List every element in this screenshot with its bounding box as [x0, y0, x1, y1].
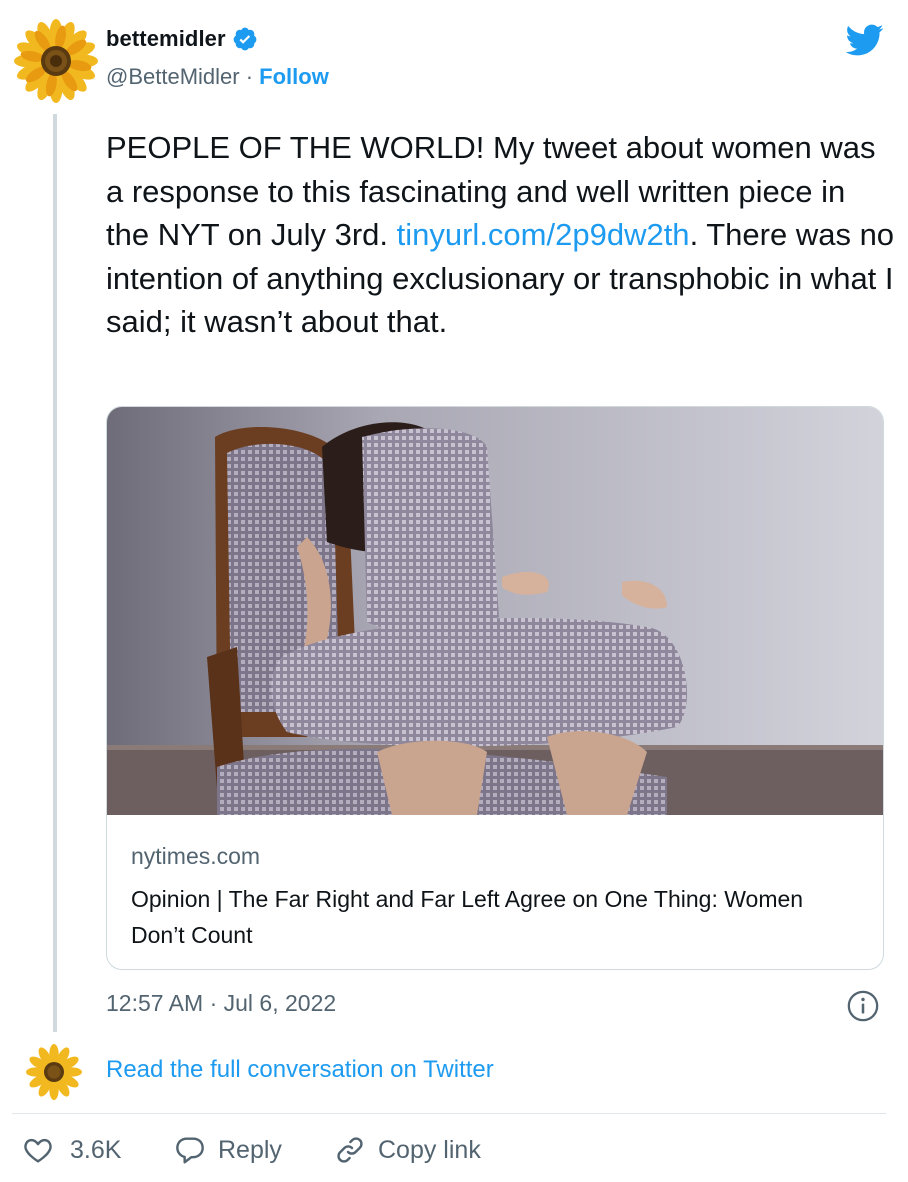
- speech-bubble-icon: [176, 1137, 204, 1164]
- card-image[interactable]: [107, 407, 884, 815]
- link-card[interactable]: nytimes.com Opinion | The Far Right and …: [106, 406, 884, 970]
- copy-link-label: Copy link: [378, 1135, 481, 1164]
- timestamp[interactable]: 12:57 AM · Jul 6, 2022: [106, 990, 336, 1017]
- separator: ·: [239, 64, 260, 89]
- like-button[interactable]: 3.6K: [22, 1134, 121, 1166]
- sunflower-avatar-image: [26, 1044, 82, 1100]
- heart-icon: [24, 1138, 52, 1163]
- card-title: Opinion | The Far Right and Far Left Agr…: [131, 886, 804, 948]
- like-count: 3.6K: [70, 1135, 122, 1164]
- follow-button[interactable]: Follow: [259, 64, 329, 89]
- handle[interactable]: @BetteMidler: [106, 64, 240, 89]
- read-full-conversation-link[interactable]: Read the full conversation on Twitter: [106, 1056, 494, 1084]
- copy-link-button[interactable]: Copy link: [334, 1134, 481, 1166]
- twitter-bird-icon[interactable]: [840, 20, 888, 60]
- link-icon: [337, 1137, 363, 1163]
- author-name-row[interactable]: bettemidler: [106, 26, 258, 52]
- tweet-text: PEOPLE OF THE WORLD! My tweet about wome…: [106, 126, 896, 344]
- reply-button[interactable]: Reply: [174, 1134, 282, 1166]
- divider: [12, 1113, 886, 1114]
- reply-label: Reply: [218, 1135, 282, 1164]
- action-bar: 3.6K Reply Copy link: [0, 1130, 908, 1176]
- display-name[interactable]: bettemidler: [106, 26, 226, 52]
- verified-badge-icon: [233, 27, 257, 51]
- info-icon[interactable]: [846, 989, 880, 1023]
- sunflower-avatar-image: [14, 19, 98, 103]
- card-domain: nytimes.com: [131, 843, 261, 869]
- avatar[interactable]: [14, 19, 98, 103]
- handle-row: @BetteMidler · Follow: [106, 64, 329, 90]
- thread-line: [53, 114, 57, 1032]
- tweet-link[interactable]: tinyurl.com/2p9dw2th: [397, 217, 690, 252]
- avatar-small[interactable]: [26, 1044, 82, 1100]
